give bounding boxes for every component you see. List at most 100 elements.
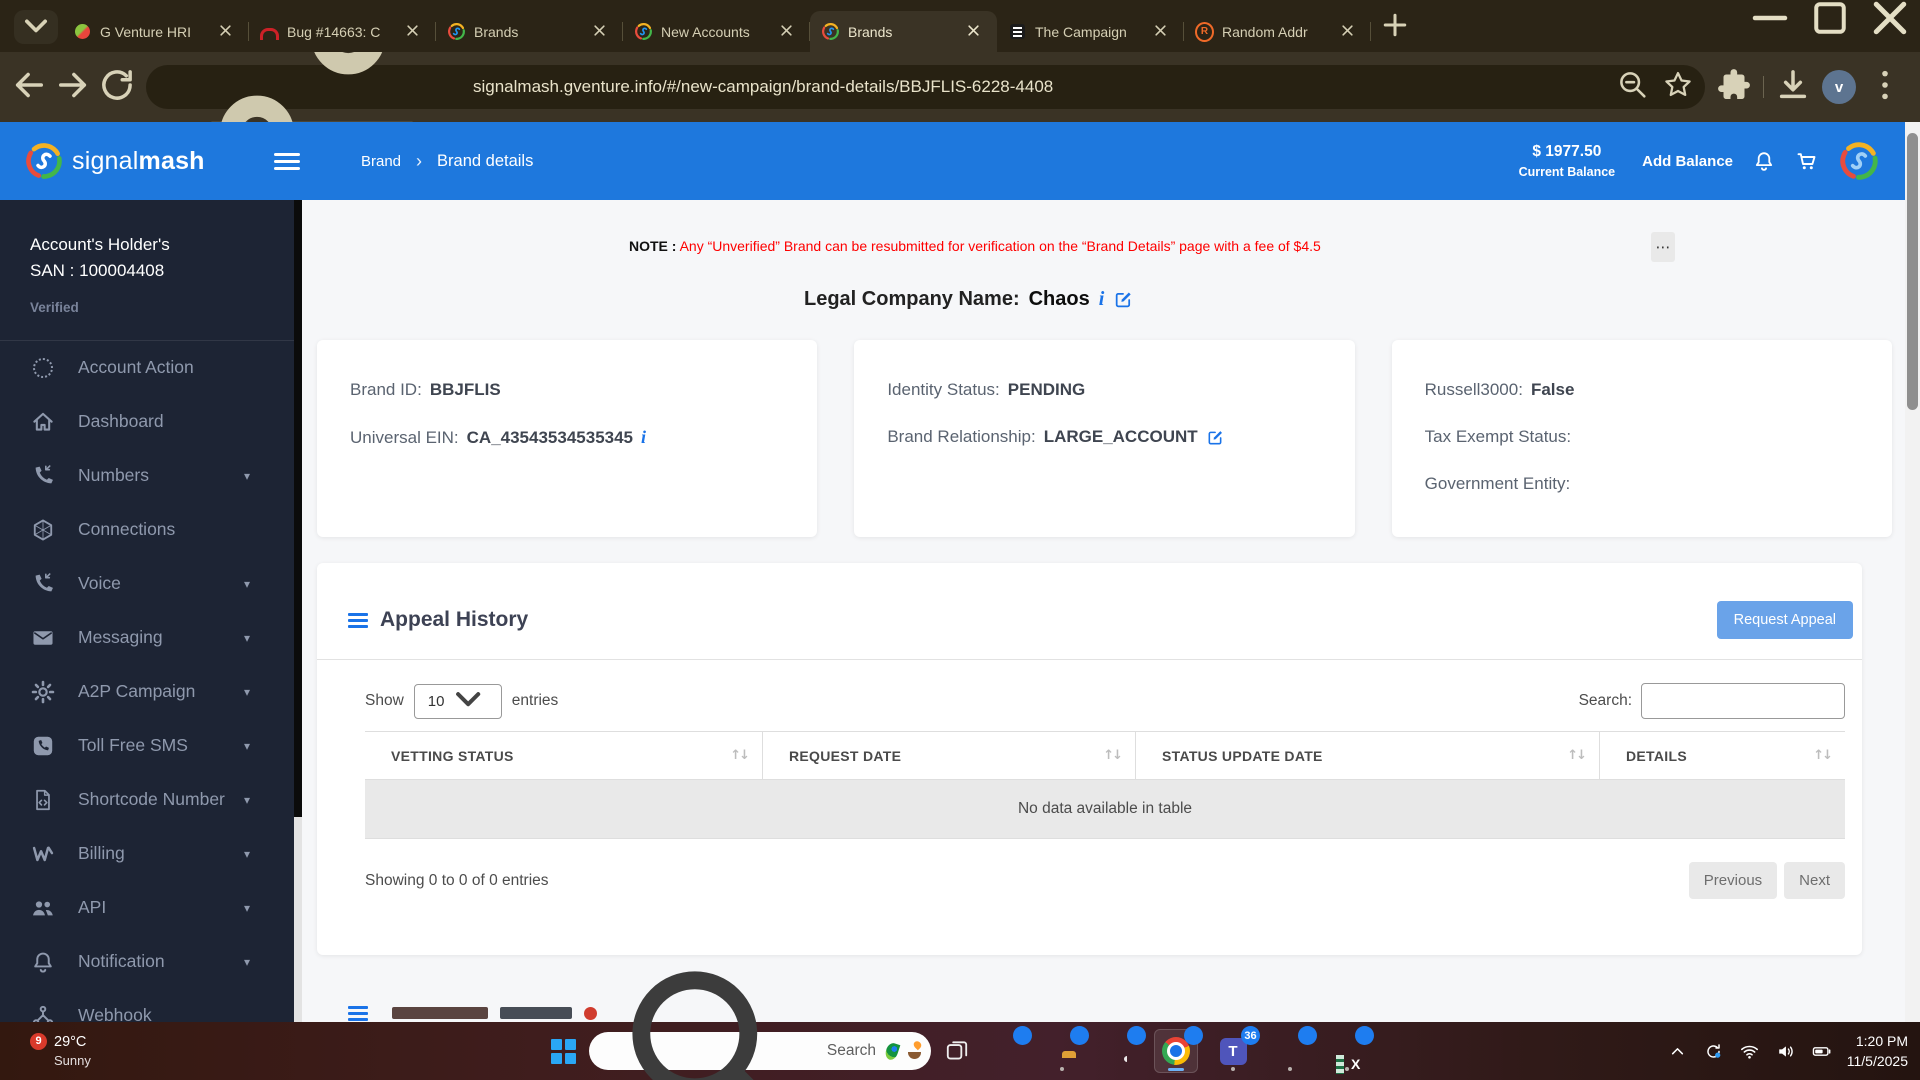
previous-page-button[interactable]: Previous — [1689, 862, 1777, 899]
tab-title: Brands — [474, 24, 582, 40]
taskbar-app-chrome[interactable] — [1154, 1029, 1198, 1073]
taskbar-app-explorer[interactable] — [1040, 1029, 1084, 1073]
sidebar-item-voice[interactable]: Voice ▾ — [0, 557, 294, 611]
volume-icon[interactable] — [1775, 1041, 1796, 1062]
edit-relationship-icon[interactable] — [1206, 428, 1225, 447]
url-text[interactable]: signalmash.gventure.info/#/new-campaign/… — [473, 77, 1605, 97]
sidebar-item-account-action[interactable]: Account Action — [0, 341, 294, 395]
address-bar[interactable]: signalmash.gventure.info/#/new-campaign/… — [146, 65, 1705, 109]
taskbar-weather-widget[interactable]: 9 29°C Sunny — [12, 1032, 91, 1070]
taskbar-search[interactable]: Search — [589, 1032, 931, 1070]
entries-select[interactable]: 10 — [414, 684, 502, 719]
taskbar-app-copilot[interactable] — [983, 1029, 1027, 1073]
sidebar-item-label: Dashboard — [78, 411, 250, 432]
close-icon — [216, 21, 235, 43]
table-search-input[interactable] — [1641, 683, 1845, 719]
sidebar-item-billing[interactable]: Billing ▾ — [0, 827, 294, 881]
bookmark-button[interactable] — [1661, 70, 1695, 104]
browser-tab[interactable]: Brands — [810, 11, 997, 52]
taskbar-app-thunderbird[interactable] — [1097, 1029, 1141, 1073]
battery-icon[interactable] — [1811, 1041, 1832, 1062]
close-icon — [1860, 0, 1920, 53]
app-badge — [1127, 1026, 1146, 1045]
sidebar-scrollbar-thumb[interactable] — [294, 200, 302, 817]
back-button[interactable] — [8, 66, 50, 108]
tab-close-button[interactable] — [777, 22, 796, 41]
start-button[interactable] — [551, 1039, 576, 1064]
update-sync-icon[interactable] — [1703, 1041, 1724, 1062]
breadcrumb-brand[interactable]: Brand — [361, 153, 401, 170]
next-page-button[interactable]: Next — [1784, 862, 1845, 899]
page-scrollbar-thumb[interactable] — [1907, 133, 1918, 410]
browser-tab[interactable]: Brands — [436, 11, 623, 52]
new-tab-button[interactable] — [1377, 9, 1413, 45]
taskbar-clock[interactable]: 1:20 PM 11/5/2025 — [1847, 1031, 1908, 1072]
cart-icon[interactable] — [1795, 149, 1819, 173]
reload-button[interactable] — [96, 66, 138, 108]
taskbar-app-excel[interactable] — [1325, 1029, 1369, 1073]
tab-close-button[interactable] — [590, 22, 609, 41]
ein-info-icon[interactable] — [641, 427, 646, 448]
sidebar-item-dashboard[interactable]: Dashboard — [0, 395, 294, 449]
browser-tab[interactable]: Random Addr — [1184, 11, 1371, 52]
sidebar-item-webhook[interactable]: Webhook — [0, 989, 294, 1022]
profile-avatar[interactable]: v — [1822, 70, 1856, 104]
tab-close-button[interactable] — [964, 22, 983, 41]
table-column-header[interactable]: DETAILS ↑↓ — [1600, 732, 1845, 779]
browser-menu-button[interactable] — [1864, 66, 1906, 108]
sidebar-item-notification[interactable]: Notification ▾ — [0, 935, 294, 989]
task-view-button[interactable] — [944, 1038, 970, 1064]
forward-button[interactable] — [52, 66, 94, 108]
hamburger-menu-icon[interactable] — [274, 153, 300, 170]
browser-tab[interactable]: Bug #14663: C — [249, 11, 436, 52]
sidebar-item-messaging[interactable]: Messaging ▾ — [0, 611, 294, 665]
sidebar-item-icon — [30, 571, 56, 597]
legal-company-row: Legal Company Name: Chaos — [804, 282, 1920, 316]
zoom-button[interactable] — [1616, 70, 1650, 104]
wifi-icon[interactable] — [1739, 1041, 1760, 1062]
table-column-header[interactable]: VETTING STATUS ↑↓ — [365, 732, 763, 779]
add-balance-button[interactable]: Add Balance — [1642, 153, 1733, 170]
sidebar-item-label: Account Action — [78, 357, 250, 378]
sort-icon[interactable]: ↑↓ — [720, 748, 748, 763]
browser-tab[interactable]: The Campaign — [997, 11, 1184, 52]
signalmash-logo-icon[interactable] — [24, 141, 64, 181]
window-maximize-button[interactable] — [1800, 0, 1860, 40]
request-appeal-button[interactable]: Request Appeal — [1717, 601, 1853, 639]
sidebar-item-shortcode-number[interactable]: Shortcode Number ▾ — [0, 773, 294, 827]
page-scrollbar[interactable] — [1905, 122, 1920, 1022]
tray-chevron-up-icon[interactable] — [1667, 1041, 1688, 1062]
taskbar-app-teams[interactable]: 36 — [1211, 1029, 1255, 1073]
edit-company-name-icon[interactable] — [1113, 289, 1134, 310]
sidebar-item-api[interactable]: API ▾ — [0, 881, 294, 935]
sidebar-item-a2p-campaign[interactable]: A2P Campaign ▾ — [0, 665, 294, 719]
window-minimize-button[interactable] — [1740, 0, 1800, 40]
notifications-bell-icon[interactable] — [1752, 149, 1776, 173]
window-close-button[interactable] — [1860, 0, 1920, 40]
tab-search-button[interactable] — [14, 10, 58, 44]
table-column-header[interactable]: REQUEST DATE ↑↓ — [763, 732, 1136, 779]
info-icon[interactable] — [1099, 288, 1105, 311]
sidebar-scrollbar[interactable] — [294, 200, 302, 1022]
sort-icon[interactable]: ↑↓ — [1557, 748, 1585, 763]
system-tray: 1:20 PM 11/5/2025 — [1667, 1031, 1908, 1072]
browser-tab[interactable]: G Venture HRI — [62, 11, 249, 52]
sidebar-item-numbers[interactable]: Numbers ▾ — [0, 449, 294, 503]
tab-close-button[interactable] — [1151, 22, 1170, 41]
sidebar-item-connections[interactable]: Connections — [0, 503, 294, 557]
taskbar-app-notepad[interactable] — [1268, 1029, 1312, 1073]
sort-icon[interactable]: ↑↓ — [1803, 748, 1831, 763]
tab-close-button[interactable] — [403, 22, 422, 41]
extensions-button[interactable] — [1713, 66, 1755, 108]
sort-icon[interactable]: ↑↓ — [1093, 748, 1121, 763]
table-column-header[interactable]: STATUS UPDATE DATE ↑↓ — [1136, 732, 1600, 779]
downloads-button[interactable] — [1772, 66, 1814, 108]
sidebar-item-toll-free-sms[interactable]: Toll Free SMS ▾ — [0, 719, 294, 773]
tab-close-button[interactable] — [1338, 22, 1357, 41]
running-indicator — [1288, 1067, 1292, 1071]
account-logo-icon[interactable] — [1838, 140, 1880, 182]
browser-tab[interactable]: New Accounts — [623, 11, 810, 52]
sidebar-item-label: Connections — [78, 519, 250, 540]
tab-close-button[interactable] — [216, 22, 235, 41]
more-options-button[interactable] — [1651, 232, 1675, 262]
